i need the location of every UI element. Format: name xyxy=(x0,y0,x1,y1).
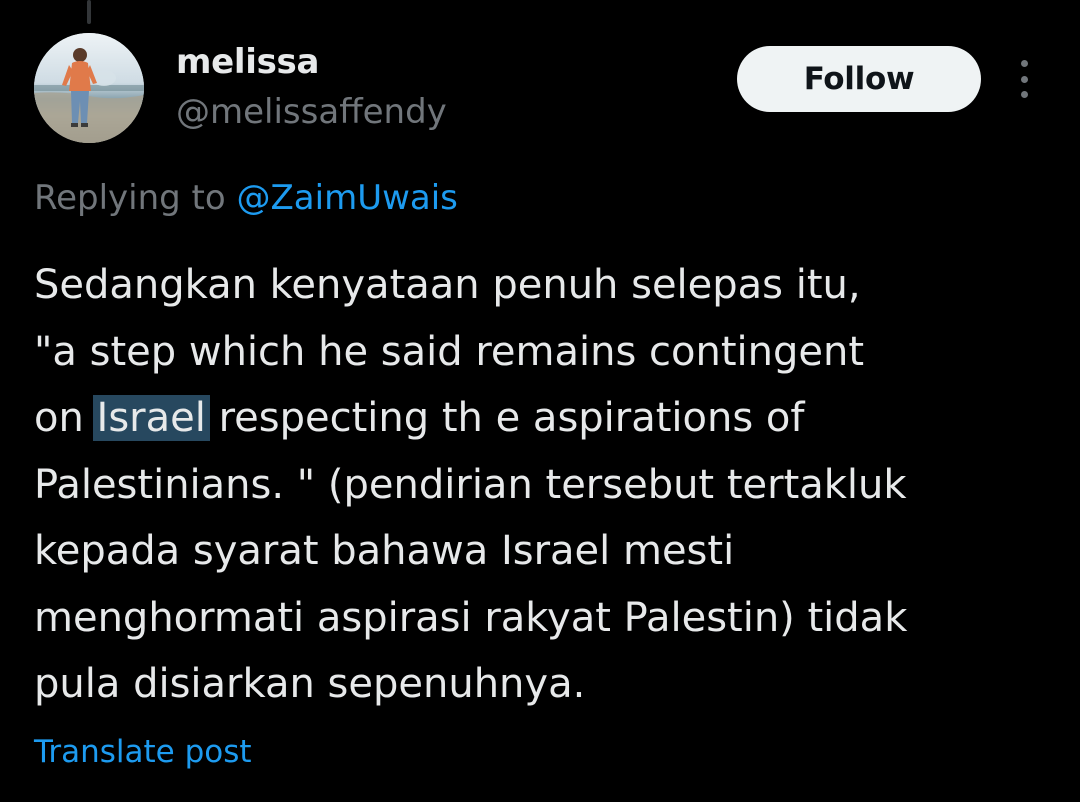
reply-context: Replying to @ZaimUwais xyxy=(34,176,458,220)
tweet-line: pula disiarkan sepenuhnya. xyxy=(34,661,586,707)
dot xyxy=(1020,60,1028,67)
tweet-line: on Israel respecting th e aspirations of xyxy=(34,385,1054,452)
tweet-line-segment: on xyxy=(34,395,97,441)
thread-connector-line xyxy=(87,0,91,24)
dot xyxy=(1020,91,1028,98)
author-display-name[interactable]: melissa xyxy=(176,40,319,84)
tweet-line: Palestinians. " (pendirian tersebut tert… xyxy=(34,461,907,508)
tweet-line: kepada syarat bahawa Israel mesti xyxy=(34,528,735,574)
tweet-line: menghormati aspirasi rakyat Palestin) ti… xyxy=(34,594,908,641)
more-options-icon[interactable] xyxy=(1004,58,1044,100)
tweet-text: Sedangkan kenyataan penuh selepas itu, "… xyxy=(34,252,1054,718)
reply-mention-link[interactable]: @ZaimUwais xyxy=(237,178,458,218)
tweet-line: "a step which he said remains contingent xyxy=(34,328,865,375)
reply-context-prefix: Replying to xyxy=(34,178,237,218)
selected-text-highlight: Israel xyxy=(92,395,210,441)
tweet-line-segment: respecting th e aspirations of xyxy=(205,395,805,441)
author-handle[interactable]: @melissaffendy xyxy=(176,90,447,134)
translate-post-link[interactable]: Translate post xyxy=(34,730,252,774)
avatar[interactable] xyxy=(34,33,144,143)
dot xyxy=(1020,75,1028,83)
profile-photo-icon xyxy=(34,33,144,143)
follow-button[interactable]: Follow xyxy=(737,46,981,112)
tweet-line: Sedangkan kenyataan penuh selepas itu, xyxy=(34,262,861,308)
